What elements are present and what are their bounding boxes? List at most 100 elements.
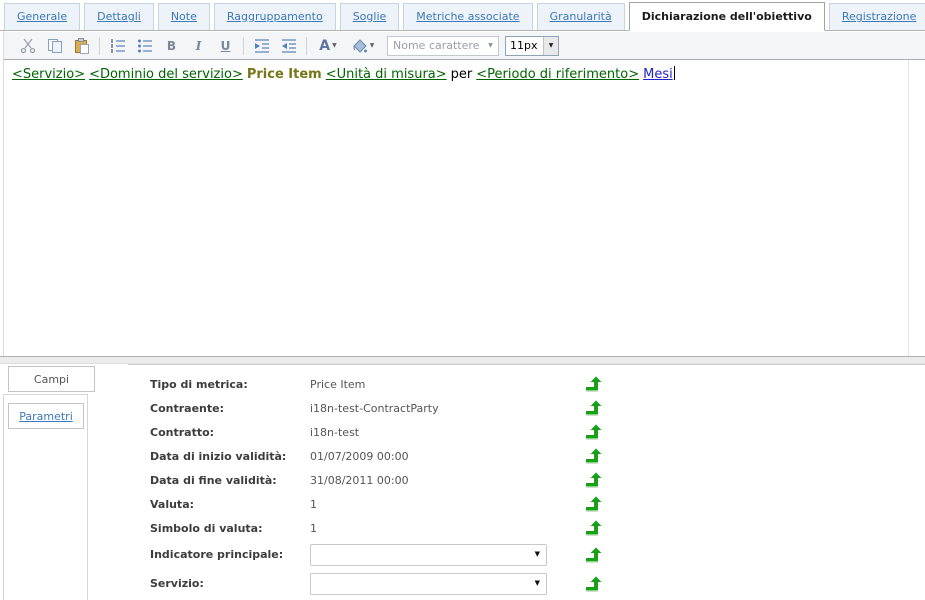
- field-row-simbolo-valuta: Simbolo di valuta: 1: [128, 516, 925, 540]
- chevron-down-icon: ▼: [370, 42, 375, 49]
- insert-field-button[interactable]: [583, 374, 603, 394]
- objective-statement-editor[interactable]: <Servizio><Dominio del servizio>Price It…: [4, 60, 909, 356]
- metric-editor-window: Generale Dettagli Note Raggruppamento So…: [0, 0, 925, 600]
- tab-registrazione[interactable]: Registrazione: [829, 3, 925, 30]
- font-size-value: 11px: [506, 39, 543, 52]
- chevron-down-icon: ▼: [483, 42, 498, 49]
- bold-icon: B: [167, 39, 176, 53]
- insert-arrow-icon: [585, 547, 602, 563]
- insert-arrow-icon: [585, 376, 602, 392]
- bullet-list-button[interactable]: [132, 35, 157, 57]
- insert-field-button[interactable]: [583, 574, 603, 594]
- tab-parametri-label: Parametri: [19, 410, 73, 423]
- insert-arrow-icon: [585, 496, 602, 512]
- field-row-indicatore-principale: Indicatore principale: ▼: [128, 540, 925, 569]
- insert-field-button[interactable]: [583, 545, 603, 565]
- placeholder-dominio-servizio: <Dominio del servizio>: [89, 67, 243, 82]
- placeholder-periodo-riferimento: <Periodo di riferimento>: [476, 67, 639, 82]
- text-caret: [674, 66, 675, 80]
- tab-metriche-associate[interactable]: Metriche associate: [403, 3, 532, 30]
- toolbar-separator: [243, 37, 244, 55]
- outdent-button[interactable]: [276, 35, 301, 57]
- chevron-down-icon: ▼: [332, 42, 337, 49]
- tab-campi[interactable]: Campi: [8, 366, 95, 392]
- tab-campi-label: Campi: [34, 373, 69, 386]
- insert-field-button[interactable]: [583, 422, 603, 442]
- field-label: Tipo di metrica:: [128, 378, 310, 391]
- font-color-button[interactable]: A ▼: [312, 35, 344, 57]
- field-value: 31/08/2011 00:00: [310, 474, 555, 487]
- field-value: 01/07/2009 00:00: [310, 450, 555, 463]
- tab-raggruppamento[interactable]: Raggruppamento: [214, 3, 336, 30]
- tab-dichiarazione-obiettivo[interactable]: Dichiarazione dell'obiettivo: [629, 2, 825, 31]
- insert-arrow-icon: [585, 520, 602, 536]
- field-label: Data di inizio validità:: [128, 450, 310, 463]
- insert-field-button[interactable]: [583, 494, 603, 514]
- tab-bar: Generale Dettagli Note Raggruppamento So…: [0, 0, 925, 31]
- italic-button[interactable]: I: [186, 35, 211, 57]
- copy-icon: [47, 38, 63, 54]
- field-row-contraente: Contraente: i18n-test-ContractParty: [128, 396, 925, 420]
- font-name-value: Nome carattere: [388, 39, 483, 52]
- tab-note[interactable]: Note: [158, 3, 210, 30]
- tab-soglie[interactable]: Soglie: [340, 3, 400, 30]
- bottom-panel: Campi Parametri Tipo di metrica: Price I…: [0, 364, 925, 600]
- field-row-tipo-di-metrica: Tipo di metrica: Price Item: [128, 372, 925, 396]
- toolbar-separator: [306, 37, 307, 55]
- italic-icon: I: [196, 39, 202, 53]
- chevron-down-icon: ▼: [543, 37, 558, 55]
- paste-button[interactable]: [69, 35, 94, 57]
- cut-button[interactable]: [15, 35, 40, 57]
- editor-toolbar: B I U A ▼ ▼ Nome carattere ▼ 11px ▼: [4, 32, 925, 60]
- indicatore-principale-select[interactable]: [310, 544, 547, 566]
- placeholder-unita-misura: <Unità di misura>: [326, 67, 447, 82]
- field-label: Contratto:: [128, 426, 310, 439]
- insert-field-button[interactable]: [583, 470, 603, 490]
- insert-arrow-icon: [585, 576, 602, 592]
- field-row-data-fine-validita: Data di fine validità: 31/08/2011 00:00: [128, 468, 925, 492]
- font-color-icon: A: [319, 39, 330, 53]
- servizio-select[interactable]: [310, 573, 547, 595]
- field-label: Valuta:: [128, 498, 310, 511]
- field-label: Servizio:: [128, 577, 310, 590]
- underline-icon: U: [221, 39, 231, 53]
- metric-name-text: Price Item: [247, 67, 322, 82]
- indent-button[interactable]: [249, 35, 274, 57]
- insert-field-button[interactable]: [583, 446, 603, 466]
- field-value: 1: [310, 522, 555, 535]
- tab-granularita[interactable]: Granularità: [537, 3, 625, 30]
- insert-arrow-icon: [585, 424, 602, 440]
- bullet-list-icon: [137, 38, 153, 54]
- field-row-servizio: Servizio: ▼: [128, 569, 925, 598]
- field-row-data-inizio-validita: Data di inizio validità: 01/07/2009 00:0…: [128, 444, 925, 468]
- insert-field-button[interactable]: [583, 518, 603, 538]
- insert-arrow-icon: [585, 400, 602, 416]
- field-row-valuta: Valuta: 1: [128, 492, 925, 516]
- field-label: Indicatore principale:: [128, 548, 310, 561]
- field-row-contratto: Contratto: i18n-test: [128, 420, 925, 444]
- field-label: Data di fine validità:: [128, 474, 310, 487]
- bold-button[interactable]: B: [159, 35, 184, 57]
- field-value: i18n-test-ContractParty: [310, 402, 555, 415]
- horizontal-splitter[interactable]: [0, 356, 925, 364]
- insert-field-button[interactable]: [583, 398, 603, 418]
- font-name-combobox[interactable]: Nome carattere ▼: [387, 36, 499, 56]
- indicatore-principale-combobox: ▼: [310, 543, 547, 566]
- cut-icon: [20, 38, 36, 54]
- highlight-color-button[interactable]: ▼: [346, 35, 380, 57]
- outdent-icon: [281, 38, 297, 54]
- highlight-color-icon: [352, 38, 368, 54]
- tab-parametri[interactable]: Parametri: [8, 403, 84, 429]
- font-size-combobox[interactable]: 11px ▼: [505, 36, 559, 56]
- numbered-list-button[interactable]: [105, 35, 130, 57]
- plain-text-per: per: [451, 67, 473, 82]
- tab-generale[interactable]: Generale: [4, 3, 80, 30]
- field-label: Contraente:: [128, 402, 310, 415]
- tab-dettagli[interactable]: Dettagli: [84, 3, 154, 30]
- underline-button[interactable]: U: [213, 35, 238, 57]
- copy-button[interactable]: [42, 35, 67, 57]
- insert-arrow-icon: [585, 448, 602, 464]
- insert-arrow-icon: [585, 472, 602, 488]
- field-label: Simbolo di valuta:: [128, 522, 310, 535]
- field-value: 1: [310, 498, 555, 511]
